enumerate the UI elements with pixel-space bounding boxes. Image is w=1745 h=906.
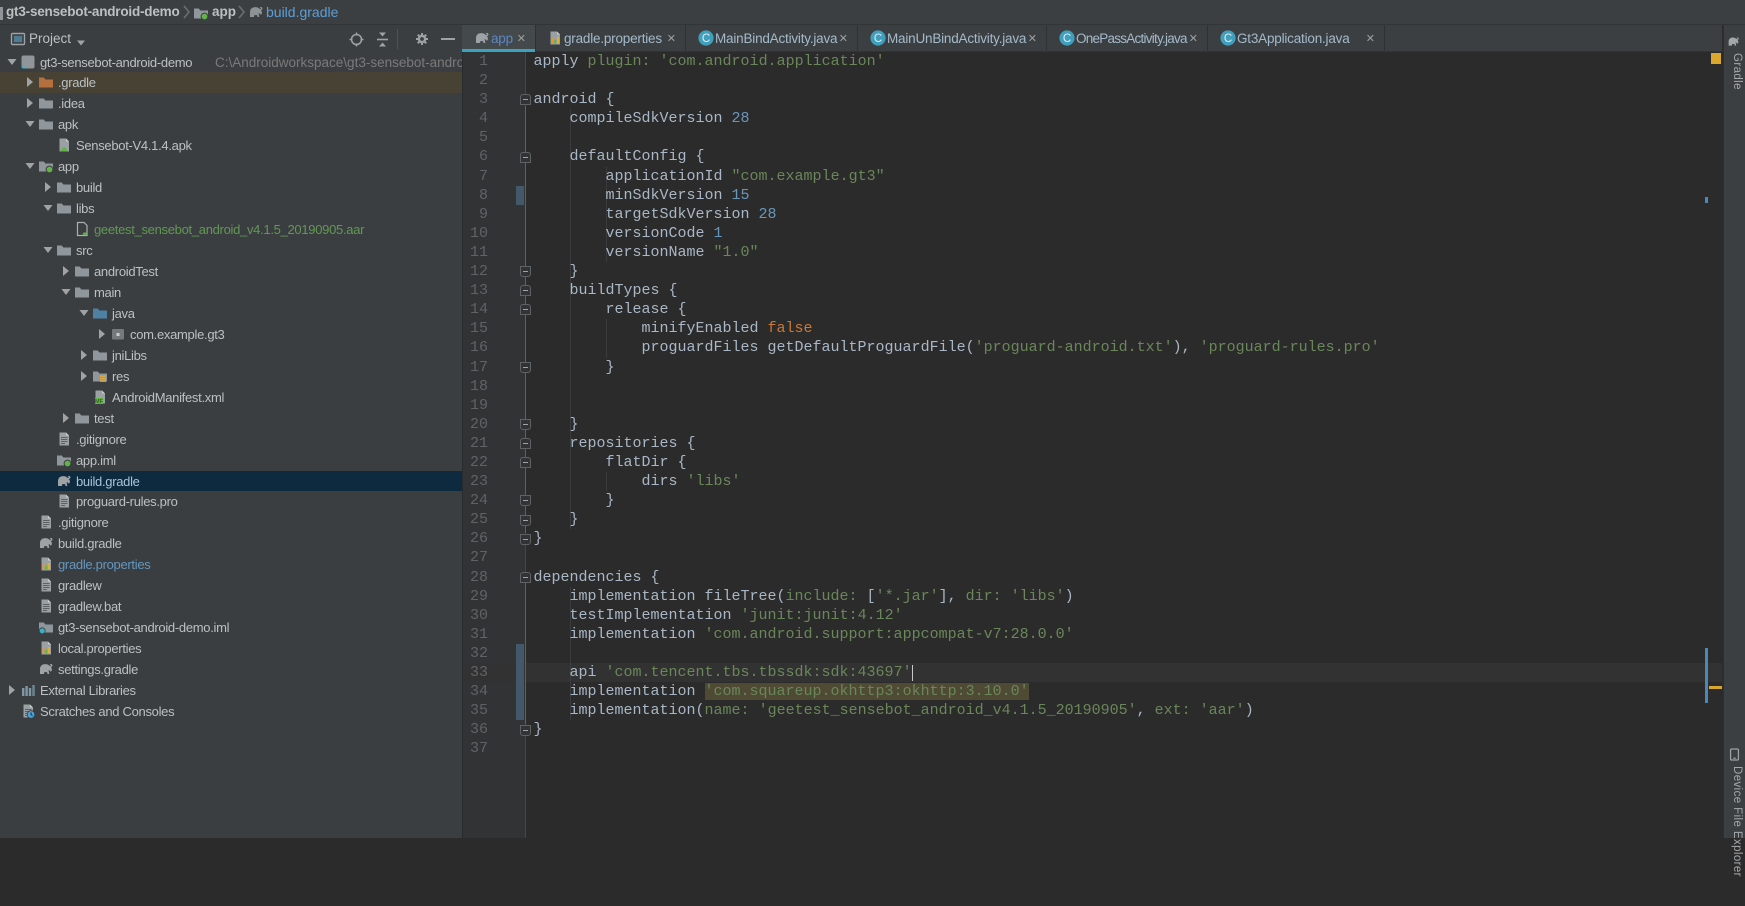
svg-text:C: C — [702, 33, 710, 45]
svg-text:MF: MF — [95, 399, 104, 405]
svg-text:C: C — [1063, 33, 1071, 45]
svg-text:C: C — [874, 33, 882, 45]
svg-text:C: C — [1224, 33, 1232, 45]
